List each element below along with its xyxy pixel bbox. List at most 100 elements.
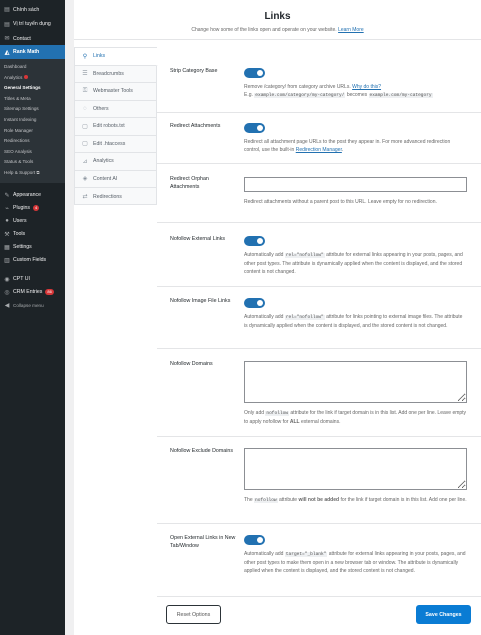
setting-field: Automatically add rel="nofollow" attribu…: [244, 298, 467, 330]
code-example: nofollow: [254, 498, 278, 503]
menu-collapse[interactable]: ◀ Collapse menu: [0, 299, 65, 312]
menu-tools[interactable]: ⚒ Tools: [0, 228, 65, 241]
nofollow-domains-textarea[interactable]: [244, 361, 467, 403]
setting-description: Remove /category/ from category archive …: [244, 83, 467, 100]
submenu-label: Status & Tools: [4, 159, 34, 165]
setting-label: Strip Category Base: [170, 68, 218, 74]
submenu-titles-meta[interactable]: Titles & Meta: [0, 94, 65, 105]
menu-label: Users: [13, 218, 27, 225]
nofollow-image-toggle[interactable]: [244, 298, 265, 308]
tab-label: Redirections: [93, 193, 122, 200]
submenu-dashboard[interactable]: Dashboard: [0, 62, 65, 73]
breadcrumb-icon: ☰: [82, 71, 88, 78]
code-example: example.com/my-category: [368, 93, 433, 98]
menu-label: Settings: [13, 244, 32, 251]
desc-text: attribute: [279, 497, 298, 503]
tab-edit-htaccess[interactable]: ▢ Edit .htaccess: [75, 136, 156, 153]
divider: [157, 348, 481, 349]
settings-icon: ▦: [4, 244, 10, 251]
setting-field: Only add nofollow attribute for the link…: [244, 361, 467, 426]
submenu-label: Titles & Meta: [4, 95, 31, 101]
menu-label: Plugins: [13, 205, 31, 212]
learn-more-link[interactable]: Learn More: [338, 27, 364, 33]
menu-custom-fields[interactable]: ▥ Custom Fields: [0, 254, 65, 267]
setting-field: Automatically add rel="nofollow" attribu…: [244, 236, 467, 276]
menu-rank-math[interactable]: ◭ Rank Math: [0, 45, 65, 59]
menu-label: Rank Math: [13, 49, 40, 55]
setting-label: Nofollow Domains: [170, 361, 213, 367]
desc-text: Automatically add: [244, 252, 284, 258]
tab-breadcrumbs[interactable]: ☰ Breadcrumbs: [75, 66, 156, 83]
submenu-label: SEO Analysis: [4, 148, 32, 154]
submenu-help-support[interactable]: Help & Support ⧉: [0, 168, 65, 179]
entries-count-badge: 86: [45, 289, 54, 296]
submenu-label: Role Manager: [4, 127, 33, 133]
tab-label: Links: [93, 53, 106, 60]
fields-icon: ▥: [4, 257, 10, 264]
reset-options-button[interactable]: Reset Options: [166, 605, 221, 624]
nofollow-exclude-textarea[interactable]: [244, 448, 467, 490]
submenu-role-manager[interactable]: Role Manager: [0, 126, 65, 137]
code-example: example.com/category/my-category/: [254, 93, 346, 98]
submenu-label: Sitemap Settings: [4, 106, 39, 112]
setting-description: Only add nofollow attribute for the link…: [244, 409, 467, 426]
submenu-label: Analytics: [4, 74, 23, 80]
setting-label: Open External Links in New Tab/Window: [170, 535, 236, 549]
htaccess-icon: ▢: [82, 141, 88, 148]
tab-edit-robots[interactable]: ▢ Edit robots.txt: [75, 118, 156, 136]
tab-redirections[interactable]: ⇄ Redirections: [75, 188, 156, 206]
menu-users[interactable]: ● Users: [0, 215, 65, 228]
menu-plugins[interactable]: ⌁ Plugins 4: [0, 202, 65, 215]
menu-crm-entries[interactable]: ◎ CRM Entries 86: [0, 286, 65, 299]
nofollow-external-toggle[interactable]: [244, 236, 265, 246]
menu-settings[interactable]: ▦ Settings: [0, 241, 65, 254]
tab-links[interactable]: ⚲ Links: [75, 48, 158, 66]
open-new-tab-toggle[interactable]: [244, 535, 265, 545]
redirection-manager-link[interactable]: Redirection Manager: [296, 147, 342, 153]
settings-footer: Reset Options Save Changes: [157, 596, 481, 635]
tab-label: Edit robots.txt: [93, 123, 125, 130]
page-icon: ▤: [4, 7, 10, 13]
mail-icon: ✉: [4, 36, 10, 42]
save-changes-button[interactable]: Save Changes: [416, 605, 471, 624]
tab-others[interactable]: ◌ Others: [75, 101, 156, 118]
divider: [157, 286, 481, 287]
submenu-instant-indexing[interactable]: Instant Indexing: [0, 115, 65, 126]
menu-cpt-ui[interactable]: ◉ CPT UI: [0, 273, 65, 286]
submenu-sitemap-settings[interactable]: Sitemap Settings: [0, 104, 65, 115]
desc-text: becomes: [346, 92, 368, 98]
submenu-general-settings[interactable]: General Settings: [0, 83, 65, 94]
notification-dot: [24, 75, 29, 80]
setting-field: The nofollow attribute will not be added…: [244, 448, 467, 505]
plug-icon: ⌁: [5, 205, 9, 212]
submenu-seo-analysis[interactable]: SEO Analysis: [0, 147, 65, 158]
menu-vi-tri-tuyen-dung[interactable]: ▤ Vị trí tuyển dụng: [0, 16, 65, 32]
panel-header: Links Change how some of the links open …: [74, 0, 481, 40]
submenu-redirections[interactable]: Redirections: [0, 136, 65, 147]
tab-label: Webmaster Tools: [93, 88, 133, 95]
tab-analytics[interactable]: ⊿ Analytics: [75, 153, 156, 171]
submenu-analytics[interactable]: Analytics: [0, 73, 65, 84]
strip-category-toggle[interactable]: [244, 68, 265, 78]
divider: [157, 163, 481, 164]
redirect-attachments-toggle[interactable]: [244, 123, 265, 133]
menu-chinh-sach[interactable]: ▤ Chính sách: [0, 3, 65, 16]
submenu-status-tools[interactable]: Status & Tools: [0, 157, 65, 168]
desc-text: Automatically add: [244, 551, 284, 557]
submenu-label: General Settings: [4, 85, 41, 91]
orphan-redirect-url-input[interactable]: [244, 177, 467, 192]
why-do-this-link[interactable]: Why do this?: [352, 84, 381, 90]
menu-appearance[interactable]: ✎ Appearance: [0, 189, 65, 202]
rankmath-icon: ◭: [4, 49, 10, 56]
description-text: Change how some of the links open and op…: [191, 27, 337, 33]
tab-webmaster-tools[interactable]: ⚿ Webmaster Tools: [75, 83, 156, 101]
tab-content-ai[interactable]: ◈ Content AI: [75, 171, 156, 188]
collapse-icon: ◀: [4, 302, 10, 309]
code-example: rel="nofollow": [284, 253, 325, 258]
menu-label: Vị trí tuyển dụng: [13, 21, 51, 27]
others-icon: ◌: [83, 105, 87, 112]
desc-text: Only add: [244, 410, 265, 416]
menu-contact[interactable]: ✉ Contact: [0, 32, 65, 45]
setting-description: Redirect all attachment page URLs to the…: [244, 138, 467, 154]
wrench-icon: ⚒: [4, 231, 10, 238]
